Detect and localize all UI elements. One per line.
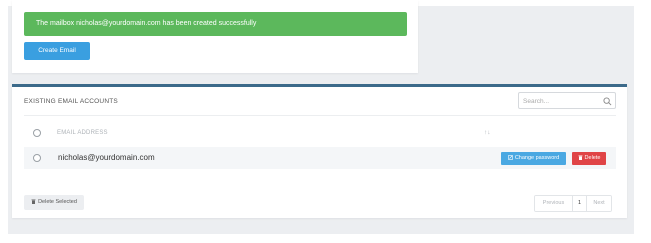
delete-selected-label: Delete Selected [38, 199, 77, 205]
card-title: EXISTING EMAIL ACCOUNTS [24, 98, 118, 105]
edit-icon [508, 155, 513, 160]
create-email-card: The mailbox nicholas@yourdomain.com has … [12, 0, 418, 73]
divider [24, 115, 616, 116]
search-icon[interactable] [603, 97, 612, 106]
delete-button[interactable]: Delete [572, 152, 606, 165]
change-password-label: Change password [514, 155, 560, 161]
select-all-radio[interactable] [33, 129, 41, 137]
trash-icon [31, 199, 36, 205]
pagination-previous[interactable]: Previous [535, 196, 573, 211]
search-box [518, 92, 616, 109]
sort-icon[interactable]: ↑↓ [484, 129, 491, 136]
email-address: nicholas@yourdomain.com [58, 153, 155, 162]
create-email-button[interactable]: Create Email [24, 42, 90, 60]
delete-label: Delete [584, 155, 601, 161]
pagination: Previous 1 Next [534, 195, 612, 212]
email-column-header[interactable]: EMAIL ADDRESS [57, 130, 108, 136]
success-alert-message: The mailbox nicholas@yourdomain.com has … [36, 20, 257, 27]
search-input[interactable] [523, 95, 599, 107]
delete-selected-button[interactable]: Delete Selected [24, 195, 84, 210]
table-header: EMAIL ADDRESS ↑↓ [24, 125, 616, 143]
table-row: nicholas@yourdomain.com Change password … [24, 147, 616, 169]
existing-accounts-card: EXISTING EMAIL ACCOUNTS EMAIL ADDRESS ↑↓… [12, 84, 627, 218]
success-alert: The mailbox nicholas@yourdomain.com has … [24, 12, 407, 36]
change-password-button[interactable]: Change password [501, 152, 566, 165]
trash-icon [578, 155, 583, 161]
page: The mailbox nicholas@yourdomain.com has … [0, 0, 651, 243]
row-select-radio[interactable] [33, 154, 41, 162]
pagination-page-1[interactable]: 1 [573, 196, 587, 211]
pagination-next[interactable]: Next [587, 196, 611, 211]
